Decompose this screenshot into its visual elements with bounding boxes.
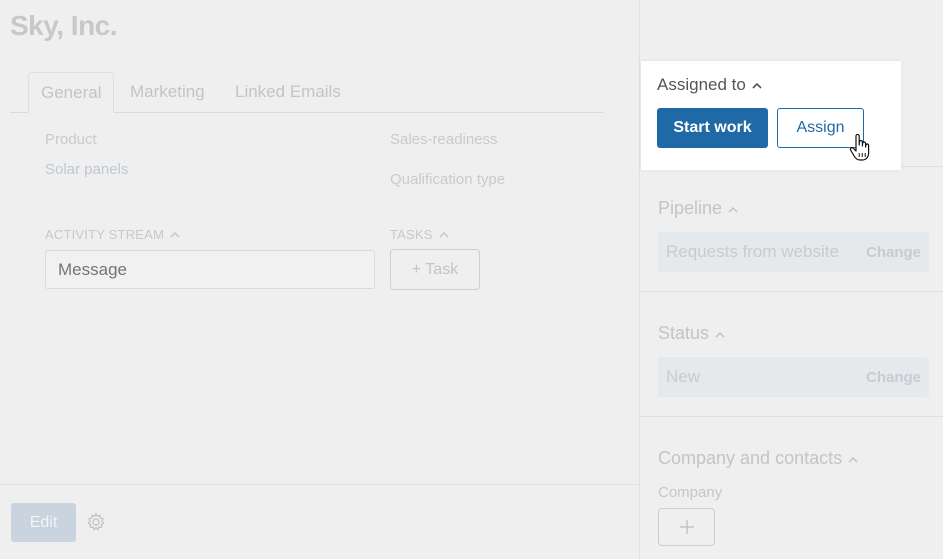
chevron-up-icon	[752, 75, 762, 95]
company-label: Company	[658, 484, 723, 501]
plus-icon	[679, 520, 694, 534]
assigned-to-header[interactable]: Assigned to	[657, 75, 762, 95]
add-company-button[interactable]	[658, 508, 715, 546]
pipeline-title: Pipeline	[658, 198, 723, 218]
qualification-type-label: Qualification type	[390, 171, 506, 188]
chevron-up-icon	[728, 198, 738, 219]
status-field: New Change	[658, 357, 929, 397]
tasks-label: TASKS	[390, 227, 433, 242]
tab-marketing[interactable]: Marketing	[118, 72, 217, 113]
divider	[640, 291, 943, 292]
divider	[640, 416, 943, 417]
page-title: Sky, Inc.	[10, 10, 118, 41]
chevron-up-icon	[715, 323, 725, 344]
status-header[interactable]: Status	[658, 323, 725, 344]
tab-bar: General Marketing Linked Emails	[10, 72, 604, 113]
add-task-button[interactable]: + Task	[390, 249, 480, 290]
hand-cursor-icon	[849, 133, 871, 162]
assigned-to-title: Assigned to	[657, 75, 746, 94]
product-label: Product	[45, 131, 97, 148]
status-change-link[interactable]: Change	[866, 369, 921, 386]
product-value[interactable]: Solar panels	[45, 161, 128, 178]
pipeline-field: Requests from website Change	[658, 232, 929, 272]
chevron-up-icon	[439, 227, 449, 242]
footer-divider	[0, 484, 639, 485]
pipeline-value: Requests from website	[666, 242, 839, 261]
message-input[interactable]	[45, 250, 375, 289]
chevron-up-icon	[170, 227, 180, 242]
activity-stream-label: ACTIVITY STREAM	[45, 227, 165, 242]
status-value: New	[666, 367, 701, 386]
tab-general[interactable]: General	[28, 72, 115, 113]
sales-readiness-label: Sales-readiness	[390, 131, 498, 148]
pipeline-header[interactable]: Pipeline	[658, 198, 738, 219]
edit-button[interactable]: Edit	[11, 503, 76, 542]
pipeline-change-link[interactable]: Change	[866, 244, 921, 261]
company-contacts-header[interactable]: Company and contacts	[658, 448, 858, 469]
status-title: Status	[658, 323, 710, 343]
company-contacts-title: Company and contacts	[658, 448, 843, 468]
tasks-header[interactable]: TASKS	[390, 227, 449, 242]
tab-linked-emails[interactable]: Linked Emails	[223, 72, 353, 113]
chevron-up-icon	[848, 448, 858, 469]
start-work-button[interactable]: Start work	[657, 108, 768, 148]
gear-icon[interactable]	[86, 512, 106, 532]
activity-stream-header[interactable]: ACTIVITY STREAM	[45, 227, 180, 242]
